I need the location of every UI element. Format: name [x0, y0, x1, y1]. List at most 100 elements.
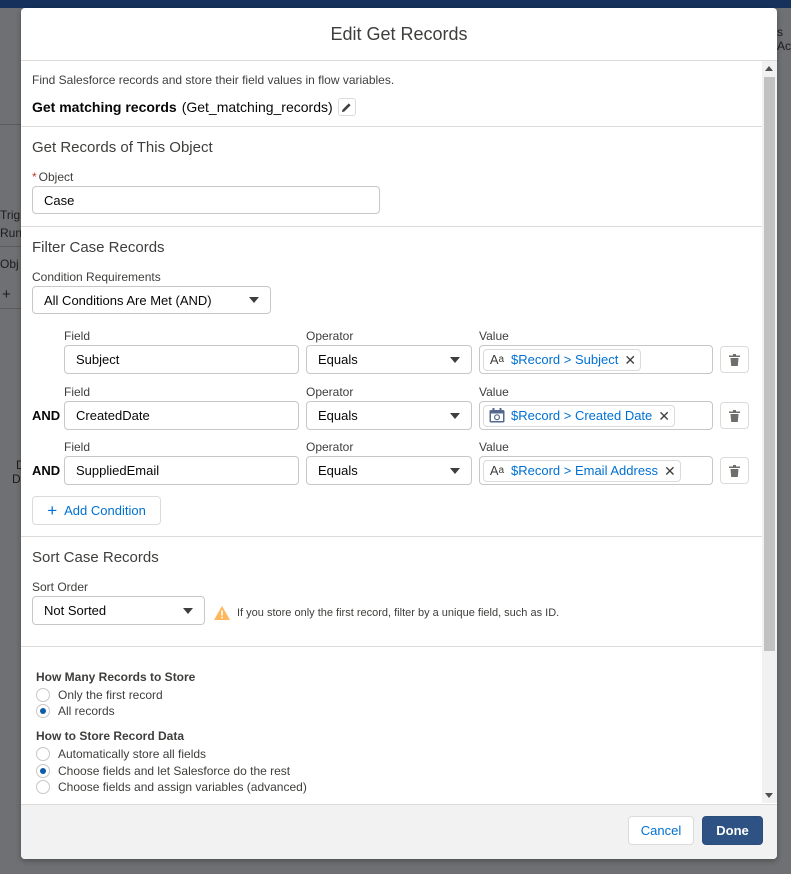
field-label: Field: [64, 440, 91, 454]
condition-requirements-select[interactable]: All Conditions Are Met (AND): [32, 286, 271, 314]
scroll-thumb[interactable]: [764, 77, 775, 651]
sort-order-select[interactable]: Not Sorted: [32, 596, 205, 625]
condition-operator-select[interactable]: Equals: [306, 401, 472, 430]
text-icon: Aa: [489, 352, 505, 367]
trash-icon: [729, 464, 740, 477]
background-fragment: Trig: [0, 208, 21, 222]
radio-label: Automatically store all fields: [58, 747, 207, 761]
delete-condition-button[interactable]: [720, 402, 749, 429]
edit-get-records-modal: Edit Get Records Find Salesforce records…: [21, 8, 777, 859]
value-pill-label: $Record > Email Address: [511, 463, 659, 478]
close-icon[interactable]: ✕: [658, 409, 670, 423]
radio-label: Choose fields and assign variables (adva…: [58, 780, 307, 794]
modal-footer: Cancel Done: [21, 804, 777, 859]
object-input[interactable]: Case: [32, 186, 380, 214]
background-divider: [0, 308, 21, 309]
value-pill-label: $Record > Created Date: [511, 408, 653, 423]
chevron-down-icon: [450, 412, 460, 419]
pencil-icon: [342, 102, 351, 112]
radio-label: All records: [58, 704, 115, 718]
condition-field-input[interactable]: SuppliedEmail: [64, 456, 299, 485]
required-indicator: *: [32, 170, 37, 184]
operator-label: Operator: [306, 440, 354, 454]
radio-assign-variables[interactable]: Choose fields and assign variables (adva…: [36, 780, 307, 794]
element-label: Get matching records: [32, 99, 177, 115]
condition-value-input[interactable]: Aa $Record > Subject ✕: [479, 345, 713, 374]
done-button[interactable]: Done: [702, 816, 763, 845]
value-pill[interactable]: Aa $Record > Subject ✕: [483, 348, 642, 371]
radio-button[interactable]: [36, 764, 50, 778]
modal-title: Edit Get Records: [21, 8, 777, 61]
scroll-up-arrow[interactable]: [765, 66, 773, 71]
chevron-down-icon: [450, 356, 460, 363]
add-condition-button[interactable]: + Add Condition: [32, 496, 161, 525]
condition-operator-select[interactable]: Equals: [306, 345, 472, 374]
cancel-button[interactable]: Cancel: [628, 816, 694, 845]
close-icon[interactable]: ✕: [664, 464, 676, 478]
background-header: [0, 0, 791, 8]
radio-only-first-record[interactable]: Only the first record: [36, 688, 163, 702]
value-label: Value: [479, 329, 509, 343]
filter-section-title: Filter Case Records: [32, 239, 165, 256]
value-pill[interactable]: Aa $Record > Email Address ✕: [483, 459, 681, 482]
field-label: Field: [64, 385, 91, 399]
element-name-row: Get matching records (Get_matching_recor…: [32, 98, 356, 116]
background-divider: [0, 246, 21, 247]
element-api-name: (Get_matching_records): [181, 99, 333, 115]
condition-operator-select[interactable]: Equals: [306, 456, 472, 485]
condition-operator-value: Equals: [318, 352, 358, 367]
background-fragment: D: [12, 472, 21, 486]
delete-condition-button[interactable]: [720, 346, 749, 373]
value-pill[interactable]: $Record > Created Date ✕: [483, 404, 676, 427]
condition-value-input[interactable]: Aa $Record > Email Address ✕: [479, 456, 713, 485]
radio-auto-store[interactable]: Automatically store all fields: [36, 747, 206, 761]
background-fragment: Obj: [0, 257, 19, 271]
radio-all-records[interactable]: All records: [36, 704, 115, 718]
condition-operator-value: Equals: [318, 408, 358, 423]
background-fragment: +: [2, 286, 11, 303]
condition-value-input[interactable]: $Record > Created Date ✕: [479, 401, 713, 430]
sort-order-label: Sort Order: [32, 580, 89, 594]
object-label: Object: [38, 170, 74, 184]
scroll-down-arrow[interactable]: [765, 793, 773, 798]
radio-button[interactable]: [36, 747, 50, 761]
section-divider: [21, 536, 762, 537]
radio-button[interactable]: [36, 780, 50, 794]
sort-warning: If you store only the first record, filt…: [214, 606, 559, 620]
close-icon[interactable]: ✕: [624, 353, 636, 367]
modal-body: Find Salesforce records and store their …: [21, 61, 777, 803]
condition-requirements-value: All Conditions Are Met (AND): [44, 292, 212, 308]
condition-field-input[interactable]: Subject: [64, 345, 299, 374]
condition-operator-value: Equals: [318, 463, 358, 478]
object-section-title: Get Records of This Object: [32, 139, 213, 156]
chevron-down-icon: [183, 607, 193, 614]
trash-icon: [729, 409, 740, 422]
value-label: Value: [479, 385, 509, 399]
background-fragment: Run: [0, 226, 23, 240]
chevron-down-icon: [450, 467, 460, 474]
condition-field-input[interactable]: CreatedDate: [64, 401, 299, 430]
how-to-store-title: How to Store Record Data: [36, 729, 185, 743]
radio-label: Choose fields and let Salesforce do the …: [58, 764, 291, 778]
modal-scrollbar[interactable]: [762, 61, 777, 803]
field-label: Field: [64, 329, 91, 343]
plus-icon: +: [47, 501, 58, 520]
warning-icon: [214, 606, 230, 620]
operator-label: Operator: [306, 329, 354, 343]
element-description: Find Salesforce records and store their …: [32, 73, 395, 87]
background-divider: [0, 124, 21, 125]
section-divider: [21, 126, 762, 127]
delete-condition-button[interactable]: [720, 457, 749, 484]
edit-element-name-button[interactable]: [337, 98, 356, 116]
section-divider: [21, 226, 762, 227]
section-divider: [21, 646, 762, 647]
calendar-icon: [488, 408, 506, 424]
and-label: AND: [32, 463, 61, 478]
sort-warning-text: If you store only the first record, filt…: [237, 607, 560, 619]
radio-button[interactable]: [36, 704, 50, 718]
radio-choose-fields[interactable]: Choose fields and let Salesforce do the …: [36, 764, 290, 778]
trash-icon: [729, 353, 740, 366]
object-label-row: * Object: [32, 170, 73, 184]
radio-button[interactable]: [36, 688, 50, 702]
and-label: AND: [32, 408, 61, 423]
